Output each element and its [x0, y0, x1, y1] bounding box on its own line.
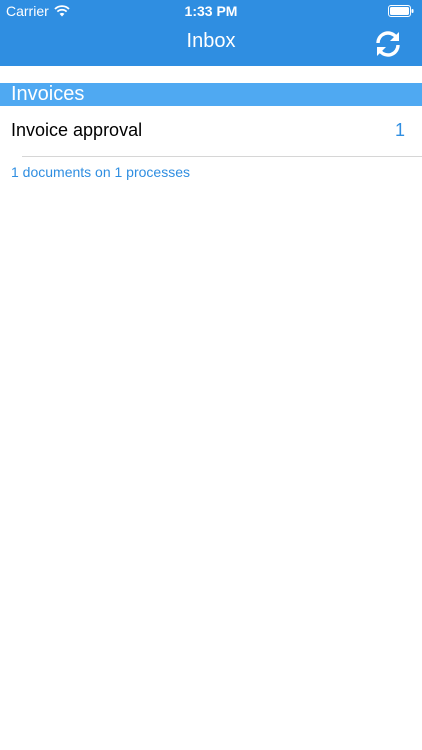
page-title: Inbox — [186, 30, 236, 52]
top-bar: Carrier 1:33 PM Inbox — [0, 0, 422, 66]
refresh-icon[interactable] — [372, 28, 404, 60]
nav-bar: Inbox — [0, 22, 422, 66]
list-item-label: Invoice approval — [11, 120, 143, 140]
status-bar: Carrier 1:33 PM — [0, 0, 422, 22]
list-item-invoice-approval[interactable]: Invoice approval 1 — [0, 106, 422, 156]
list-item-count: 1 — [394, 120, 405, 140]
summary-text: 1 documents on 1 processes — [11, 164, 190, 180]
battery-icon — [388, 5, 414, 17]
status-time: 1:33 PM — [184, 3, 238, 19]
section-title: Invoices — [11, 83, 85, 105]
section-header: Invoices — [0, 83, 422, 106]
list-divider — [22, 156, 422, 157]
